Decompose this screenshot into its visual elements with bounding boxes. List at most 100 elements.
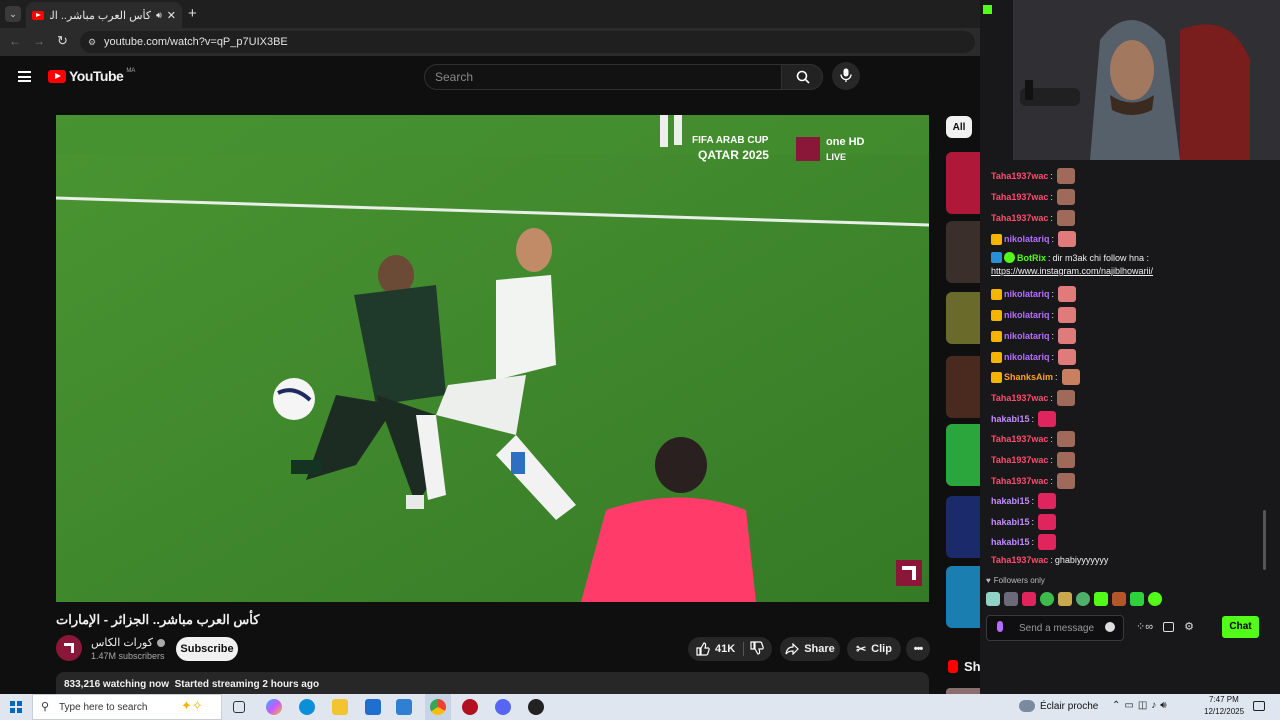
taskbar-search-box[interactable]: ⚲ Type here to search ✦✧ bbox=[32, 694, 222, 720]
share-button[interactable]: Share bbox=[780, 637, 840, 661]
chat-username[interactable]: Taha1937wac bbox=[991, 192, 1048, 202]
emote[interactable] bbox=[1112, 592, 1126, 606]
chat-scrollbar[interactable] bbox=[1263, 510, 1266, 570]
chat-username[interactable]: hakabi15 bbox=[991, 496, 1030, 506]
weather-text[interactable]: Éclair proche bbox=[1040, 701, 1098, 712]
recommended-video-thumb[interactable] bbox=[946, 496, 980, 558]
youtube-logo[interactable]: YouTube MA bbox=[48, 68, 135, 84]
chat-link[interactable]: https://www.instagram.com/najiblhowarii/ bbox=[991, 266, 1153, 276]
chat-message: ShanksAim: bbox=[991, 369, 1080, 385]
menu-icon[interactable] bbox=[18, 71, 31, 82]
site-info-icon[interactable]: ⚙ bbox=[88, 31, 96, 53]
chat-username[interactable]: Taha1937wac bbox=[991, 434, 1048, 444]
dislike-button[interactable] bbox=[744, 640, 764, 658]
chat-username[interactable]: ShanksAim bbox=[1004, 372, 1053, 382]
emote[interactable] bbox=[1148, 592, 1162, 606]
close-tab-icon[interactable]: ✕ bbox=[167, 9, 176, 22]
recommended-video-thumb[interactable] bbox=[946, 221, 980, 283]
chat-username[interactable]: hakabi15 bbox=[991, 414, 1030, 424]
chat-text: ghabiyyyyyyy bbox=[1054, 555, 1109, 565]
forward-icon[interactable]: → bbox=[33, 34, 45, 48]
filter-chip-all[interactable]: All bbox=[946, 116, 972, 138]
clock-date[interactable]: 12/12/2025 bbox=[1204, 707, 1244, 716]
windows-start-icon[interactable] bbox=[10, 701, 22, 713]
chat-username[interactable]: nikolatariq bbox=[1004, 331, 1050, 341]
filter-chip-all-label: All bbox=[952, 121, 966, 133]
copilot-icon[interactable] bbox=[266, 699, 282, 715]
chat-username[interactable]: Taha1937wac bbox=[991, 455, 1048, 465]
store-icon[interactable] bbox=[1163, 621, 1175, 632]
clock-time[interactable]: 7:47 PM bbox=[1209, 695, 1239, 704]
chat-username[interactable]: BotRix bbox=[1017, 253, 1046, 263]
emote[interactable] bbox=[1022, 592, 1036, 606]
clip-button[interactable]: ✂ Clip bbox=[847, 637, 901, 661]
chat-username[interactable]: Taha1937wac bbox=[991, 213, 1048, 223]
chat-username[interactable]: Taha1937wac bbox=[991, 555, 1048, 565]
discord-like-icon[interactable] bbox=[495, 699, 511, 715]
emote[interactable] bbox=[1040, 592, 1054, 606]
notification-icon[interactable] bbox=[1253, 701, 1265, 711]
reload-icon[interactable]: ↻ bbox=[57, 33, 68, 49]
broadcast-overlay: FIFA ARAB CUP QATAR 2025 one HD LIVE bbox=[692, 135, 892, 165]
emote[interactable] bbox=[986, 592, 1000, 606]
like-button[interactable]: 41K bbox=[688, 637, 735, 661]
chat-input[interactable]: Send a message bbox=[986, 615, 1124, 641]
subscribe-button[interactable]: Subscribe bbox=[176, 637, 238, 661]
chat-username[interactable]: Taha1937wac bbox=[991, 393, 1048, 403]
search-button[interactable] bbox=[781, 64, 823, 90]
emote-bar bbox=[986, 592, 1162, 606]
speaker-icon[interactable]: 🔊︎ bbox=[156, 10, 162, 21]
search-input[interactable]: Search bbox=[424, 64, 782, 90]
chat-colon: : bbox=[1031, 517, 1035, 527]
chat-username[interactable]: Taha1937wac bbox=[991, 171, 1048, 181]
settings-gear-icon[interactable]: ⚙ bbox=[1184, 620, 1194, 633]
more-actions-button[interactable]: ••• bbox=[906, 637, 930, 661]
browser-tab[interactable]: كأس العرب مباشر.. الجزائر - الإ 🔊︎ ✕ bbox=[26, 2, 182, 28]
emoji-icon[interactable] bbox=[1105, 622, 1115, 632]
emote[interactable] bbox=[1004, 592, 1018, 606]
chat-emote bbox=[1038, 514, 1057, 530]
microphone-icon[interactable] bbox=[997, 621, 1003, 632]
new-tab-button[interactable]: + bbox=[188, 5, 197, 22]
chat-message: hakabi15: bbox=[991, 411, 1057, 427]
file-explorer-icon[interactable] bbox=[332, 699, 348, 715]
app-red-icon[interactable] bbox=[462, 699, 478, 715]
crown-badge-icon bbox=[991, 351, 1002, 363]
chat-username[interactable]: hakabi15 bbox=[991, 537, 1030, 547]
chat-username[interactable]: nikolatariq bbox=[1004, 310, 1050, 320]
voice-search-button[interactable] bbox=[832, 62, 860, 90]
app-dark-icon[interactable] bbox=[528, 699, 544, 715]
tab-list-icon[interactable]: ⌄ bbox=[5, 6, 21, 22]
emote[interactable] bbox=[1130, 592, 1144, 606]
video-player[interactable]: FIFA ARAB CUP QATAR 2025 one HD LIVE bbox=[56, 115, 929, 602]
chat-send-button[interactable]: Chat bbox=[1222, 616, 1259, 638]
emote[interactable] bbox=[1076, 592, 1090, 606]
back-icon[interactable]: ← bbox=[9, 34, 21, 48]
connections-icon[interactable]: ⁘∞ bbox=[1136, 620, 1153, 633]
description-box[interactable]: 833,216 watching now Started streaming 2… bbox=[56, 672, 929, 694]
channel-avatar[interactable] bbox=[56, 635, 82, 661]
channel-name[interactable]: كورات الكاس bbox=[91, 636, 165, 649]
recommended-video-thumb[interactable] bbox=[946, 424, 980, 486]
channel-name-text: كورات الكاس bbox=[91, 637, 153, 649]
emote[interactable] bbox=[1058, 592, 1072, 606]
recommended-video-thumb[interactable] bbox=[946, 292, 980, 344]
recommended-video-thumb[interactable] bbox=[946, 152, 980, 214]
chat-username[interactable]: nikolatariq bbox=[1004, 234, 1050, 244]
task-view-icon[interactable] bbox=[233, 701, 245, 713]
chat-username[interactable]: nikolatariq bbox=[1004, 289, 1050, 299]
chat-colon: : bbox=[1050, 434, 1053, 444]
recommended-video-thumb[interactable] bbox=[946, 356, 980, 418]
edge-icon[interactable] bbox=[299, 699, 315, 715]
chrome-taskbar-item[interactable] bbox=[425, 694, 451, 720]
store-app-icon[interactable] bbox=[365, 699, 381, 715]
tray-icons[interactable]: ⌃▭◫♪🔊︎ bbox=[1112, 700, 1171, 711]
chat-username[interactable]: Taha1937wac bbox=[991, 476, 1048, 486]
outlook-icon[interactable] bbox=[396, 699, 412, 715]
chat-username[interactable]: nikolatariq bbox=[1004, 352, 1050, 362]
emote[interactable] bbox=[1094, 592, 1108, 606]
address-bar[interactable]: ⚙ youtube.com/watch?v=qP_p7UIX3BE bbox=[80, 31, 975, 53]
recommended-video-thumb[interactable] bbox=[946, 566, 980, 628]
chat-username[interactable]: hakabi15 bbox=[991, 517, 1030, 527]
chat-emote bbox=[1056, 390, 1075, 406]
